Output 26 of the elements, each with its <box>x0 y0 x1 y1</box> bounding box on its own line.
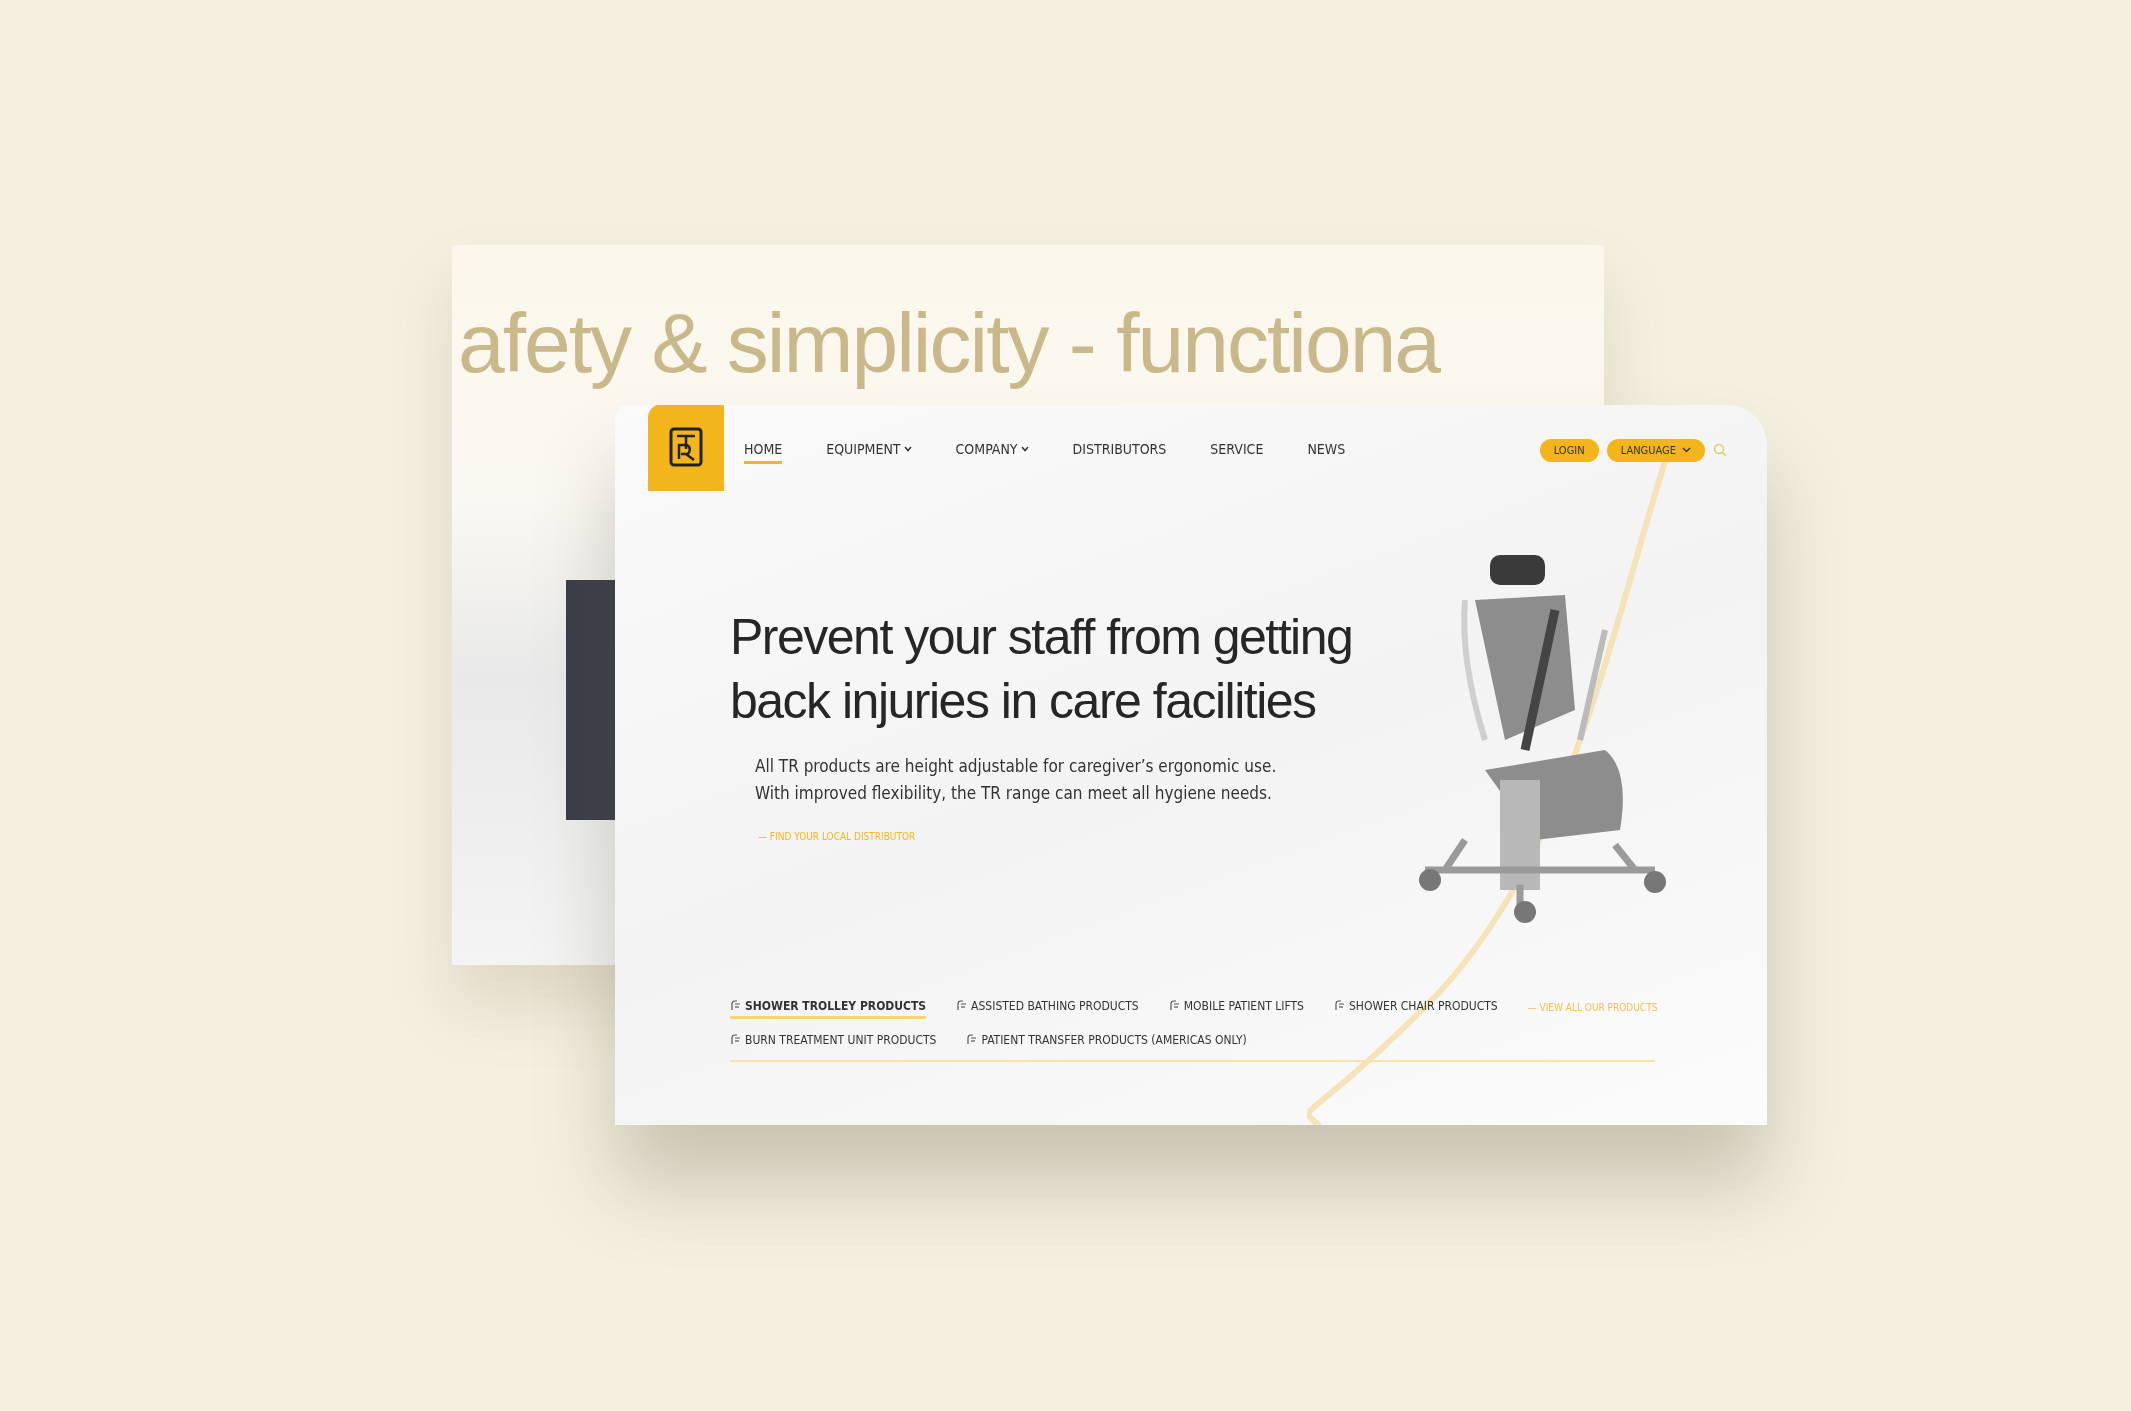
nav-link[interactable]: EQUIPMENT <box>826 436 912 464</box>
language-button[interactable]: LANGUAGE <box>1606 438 1705 462</box>
hero-title: Prevent your staff from getting back injuries in care facilities <box>730 608 1353 731</box>
shower-head-icon <box>966 1034 978 1045</box>
hero-description: All TR products are height adjustable for caregiver’s ergonomic use. With improved flexibility, the TR range can meet all hygiene needs. <box>755 755 1278 805</box>
tagline: afety & simplicity - functiona <box>458 295 1440 392</box>
nav-link[interactable]: HOME <box>744 436 783 464</box>
category-link[interactable]: MOBILE PATIENT LIFTS <box>1168 995 1304 1019</box>
nav-link[interactable]: DISTRIBUTORS <box>1072 436 1167 464</box>
nav-link[interactable]: NEWS <box>1307 436 1346 464</box>
login-button[interactable]: LOGIN <box>1539 438 1599 462</box>
shower-head-icon <box>1168 1000 1180 1011</box>
caret-icon <box>1682 447 1691 453</box>
category-link[interactable]: SHOWER CHAIR PRODUCTS <box>1333 995 1498 1019</box>
nav-link[interactable]: SERVICE <box>1210 436 1264 464</box>
category-link[interactable]: BURN TREATMENT UNIT PRODUCTS <box>730 1029 937 1053</box>
shower-head-icon <box>1333 1000 1345 1011</box>
category-link[interactable]: ASSISTED BATHING PRODUCTS <box>956 995 1139 1019</box>
category-link[interactable]: PATIENT TRANSFER PRODUCTS (AMERICAS ONLY) <box>966 1029 1247 1053</box>
category-link[interactable]: SHOWER TROLLEY PRODUCTS <box>730 995 927 1019</box>
nav-link[interactable]: COMPANY <box>955 436 1029 464</box>
shower-head-icon <box>730 1000 741 1011</box>
shower-head-icon <box>956 1000 968 1011</box>
shower-head-icon <box>730 1034 741 1045</box>
logo-icon <box>669 427 703 467</box>
logo[interactable] <box>648 405 724 491</box>
